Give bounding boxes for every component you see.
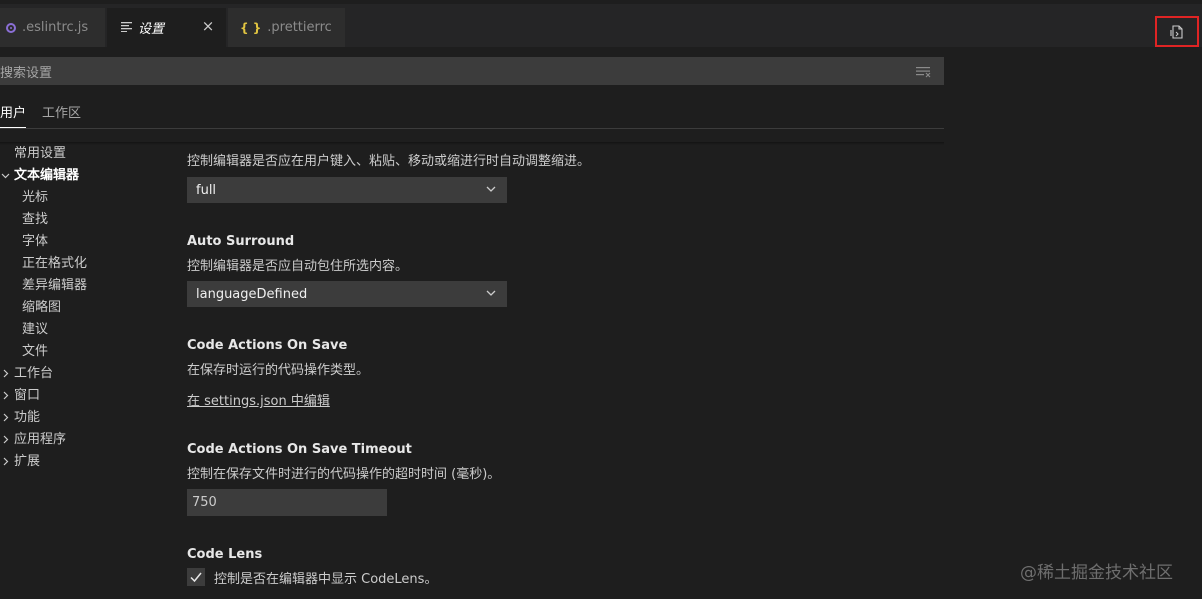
code-actions-timeout-description: 控制在保存文件时进行的代码操作的超时时间 (毫秒)。: [187, 467, 501, 482]
open-settings-json-button[interactable]: [1155, 16, 1199, 47]
tab-label: 设置: [138, 22, 165, 37]
chevron-down-icon: [485, 287, 497, 303]
auto-indent-select[interactable]: full: [187, 177, 507, 203]
toc-label: 差异编辑器: [22, 278, 88, 293]
editor-tabs-bar: .eslintrc.js 设置 × { } .prettierrc: [0, 0, 1202, 47]
toc-label: 正在格式化: [22, 256, 88, 271]
toc-label: 常用设置: [14, 146, 67, 161]
code-actions-on-save-description: 在保存时运行的代码操作类型。: [187, 363, 370, 378]
code-lens-description: 控制是否在编辑器中显示 CodeLens。: [214, 572, 438, 587]
toc-item-text-editor[interactable]: 文本编辑器: [0, 165, 79, 187]
toc-label: 建议: [22, 322, 49, 337]
toc-item-common[interactable]: 常用设置: [14, 143, 66, 165]
tab-prettierrc[interactable]: { } .prettierrc: [228, 8, 346, 47]
code-actions-on-save-title: Code Actions On Save: [187, 338, 348, 353]
auto-surround-select[interactable]: languageDefined: [187, 281, 507, 307]
settings-scope-tabs: 用户 工作区: [0, 100, 944, 128]
toc-item-features[interactable]: 功能: [0, 407, 40, 429]
tab-label: .eslintrc.js: [22, 20, 89, 35]
open-file-icon: [1170, 24, 1183, 39]
toc-label: 应用程序: [14, 432, 67, 447]
toc-item-font[interactable]: 字体: [22, 231, 48, 253]
toc-label: 扩展: [14, 454, 41, 469]
toc-label: 字体: [22, 234, 49, 249]
toc-item-application[interactable]: 应用程序: [0, 429, 66, 451]
toc-item-extensions[interactable]: 扩展: [0, 451, 40, 473]
edit-in-settings-json-link[interactable]: 在 settings.json 中编辑: [187, 390, 330, 409]
toc-item-cursor[interactable]: 光标: [22, 187, 48, 209]
braces-icon: { }: [240, 20, 262, 35]
chevron-down-icon: [1, 165, 10, 187]
auto-surround-title: Auto Surround: [187, 234, 295, 249]
chevron-down-icon: [485, 183, 497, 199]
chevron-right-icon: [1, 407, 10, 429]
select-value: languageDefined: [196, 286, 308, 302]
watermark: @稀土掘金技术社区: [1020, 563, 1173, 583]
close-icon[interactable]: ×: [200, 18, 216, 34]
toc-item-find[interactable]: 查找: [22, 209, 48, 231]
chevron-right-icon: [1, 385, 10, 407]
input-value: 750: [192, 495, 217, 510]
toc-label: 查找: [22, 212, 49, 227]
select-value: full: [196, 182, 217, 198]
code-lens-checkbox[interactable]: [187, 568, 205, 586]
auto-surround-description: 控制编辑器是否应自动包住所选内容。: [187, 259, 409, 274]
toc-item-files[interactable]: 文件: [22, 341, 48, 363]
tab-label: .prettierrc: [267, 20, 332, 35]
scope-divider: [0, 128, 944, 129]
toc-item-formatting[interactable]: 正在格式化: [22, 253, 87, 275]
toc-item-workbench[interactable]: 工作台: [0, 363, 53, 385]
scroll-shadow: [0, 142, 944, 145]
clear-filter-icon[interactable]: [916, 64, 932, 83]
toc-item-suggestions[interactable]: 建议: [22, 319, 48, 341]
code-lens-title: Code Lens: [187, 547, 263, 562]
toc-label: 功能: [14, 410, 41, 425]
toc-item-diff-editor[interactable]: 差异编辑器: [22, 275, 87, 297]
tab-eslintrc[interactable]: .eslintrc.js: [0, 8, 106, 47]
vscode-settings-window: .eslintrc.js 设置 × { } .prettierrc 搜索设置 用…: [0, 0, 1202, 599]
toc-label: 光标: [22, 190, 49, 205]
settings-lines-icon: [121, 21, 132, 35]
toc-item-minimap[interactable]: 缩略图: [22, 297, 61, 319]
tab-settings[interactable]: 设置 ×: [107, 8, 227, 47]
toc-item-window[interactable]: 窗口: [0, 385, 40, 407]
chevron-right-icon: [1, 451, 10, 473]
toc-label: 文本编辑器: [14, 168, 80, 183]
settings-search-input[interactable]: 搜索设置: [0, 57, 944, 85]
code-actions-timeout-input[interactable]: 750: [187, 489, 387, 516]
chevron-right-icon: [1, 363, 10, 385]
toc-label: 缩略图: [22, 300, 62, 315]
tab-user[interactable]: 用户: [0, 102, 27, 128]
check-icon: [190, 572, 202, 583]
eslint-icon: [6, 22, 16, 33]
toc-label: 文件: [22, 344, 49, 359]
chevron-right-icon: [1, 429, 10, 451]
toc-label: 工作台: [14, 366, 54, 381]
auto-indent-description: 控制编辑器是否应在用户键入、粘贴、移动或缩进行时自动调整缩进。: [187, 154, 591, 169]
tab-workspace[interactable]: 工作区: [42, 102, 81, 127]
toc-label: 窗口: [14, 388, 41, 403]
search-placeholder: 搜索设置: [0, 65, 53, 81]
code-actions-timeout-title: Code Actions On Save Timeout: [187, 442, 412, 457]
